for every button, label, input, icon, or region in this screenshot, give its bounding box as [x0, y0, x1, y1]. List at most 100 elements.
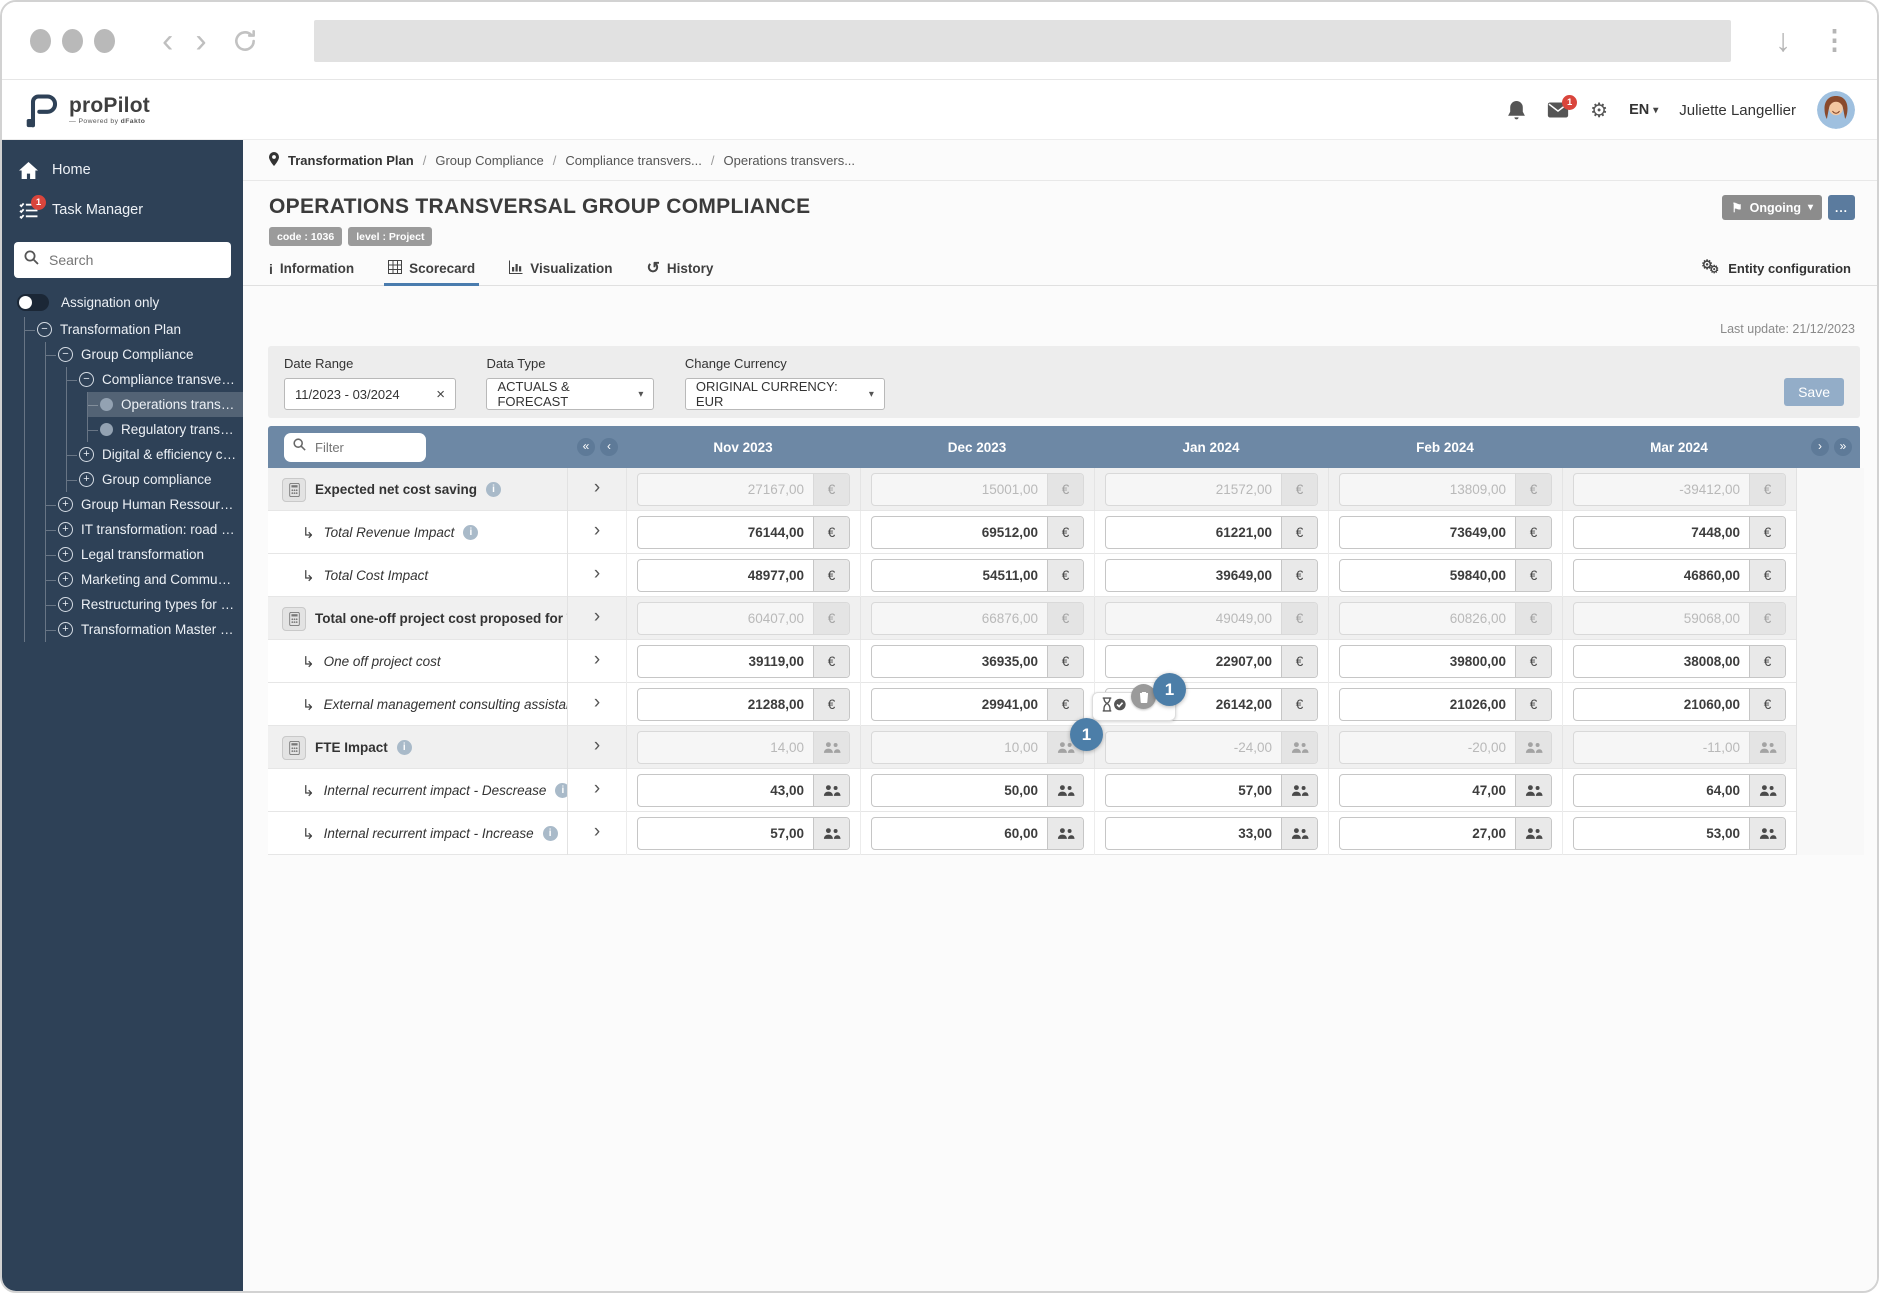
messages-icon[interactable]: 1	[1547, 95, 1578, 118]
collapse-icon[interactable]: −	[37, 322, 52, 337]
row-expand-button[interactable]: ›	[568, 726, 626, 769]
cell-value-input[interactable]: 57,00	[638, 818, 813, 849]
browser-back-icon[interactable]: ‹	[162, 11, 173, 71]
info-icon[interactable]: i	[486, 482, 502, 497]
cell-value-input[interactable]: 76144,00	[638, 517, 813, 548]
cell-value-input[interactable]: 64,00	[1574, 775, 1749, 806]
tab-history[interactable]: ↺ History	[646, 252, 713, 285]
cell-value-input[interactable]: 53,00	[1574, 818, 1749, 849]
cell-value-input[interactable]: 59840,00	[1340, 560, 1515, 591]
row-expand-button[interactable]: ›	[568, 683, 626, 726]
tree-item[interactable]: + Transformation Master Plan -...	[46, 617, 243, 642]
table-filter-box[interactable]	[284, 432, 426, 462]
tree-item[interactable]: + IT transformation: road to 20...	[46, 517, 243, 542]
expand-icon[interactable]: +	[58, 597, 73, 612]
cell-value-input[interactable]: 22907,00	[1106, 646, 1281, 677]
data-type-select[interactable]: ACTUALS & FORECAST ▾	[486, 378, 655, 410]
tab-information[interactable]: i Information	[269, 252, 354, 285]
tree-item[interactable]: + Legal transformation	[46, 542, 243, 567]
row-expand-button[interactable]: ›	[568, 597, 626, 640]
clear-icon[interactable]: ×	[436, 386, 445, 403]
table-filter-input[interactable]	[313, 438, 403, 456]
settings-gear-icon[interactable]: ⚙	[1590, 98, 1608, 123]
cell-value-input[interactable]: 21288,00	[638, 689, 813, 720]
expand-icon[interactable]: +	[58, 522, 73, 537]
expand-icon[interactable]: +	[58, 547, 73, 562]
address-bar[interactable]	[313, 19, 1731, 62]
tab-scorecard[interactable]: Scorecard	[384, 252, 480, 286]
cell-value-input[interactable]: 46860,00	[1574, 560, 1749, 591]
sidebar-search[interactable]	[14, 242, 232, 278]
info-icon[interactable]: i	[396, 740, 412, 755]
cell-value-input[interactable]: 48977,00	[638, 560, 813, 591]
cell-value-input[interactable]: 39800,00	[1340, 646, 1515, 677]
breadcrumb-item[interactable]: Transformation Plan	[288, 153, 414, 168]
tree-item[interactable]: Regulatory transversal ...	[88, 417, 243, 442]
language-selector[interactable]: EN ▾	[1629, 102, 1658, 118]
cell-value-input[interactable]: 69512,00	[872, 517, 1047, 548]
window-control-dot[interactable]	[62, 28, 83, 53]
row-expand-button[interactable]: ›	[568, 769, 626, 812]
cell-value-input[interactable]: 73649,00	[1340, 517, 1515, 548]
sidebar-item-task-manager[interactable]: 1 Task Manager	[2, 190, 243, 230]
app-logo[interactable]: proPilot — Powered by dFakto	[24, 89, 150, 131]
browser-forward-icon[interactable]: ›	[195, 11, 206, 71]
currency-select[interactable]: ORIGINAL CURRENCY: EUR ▾	[684, 378, 885, 410]
info-icon[interactable]: i	[542, 826, 558, 841]
tree-item[interactable]: − Transformation Plan	[25, 317, 243, 342]
status-button[interactable]: ⚑ Ongoing ▾	[1722, 195, 1822, 220]
tree-item[interactable]: + Group Human Ressources	[46, 492, 243, 517]
row-expand-button[interactable]: ›	[568, 640, 626, 683]
info-icon[interactable]: i	[555, 783, 567, 798]
cell-value-input[interactable]: 33,00	[1106, 818, 1281, 849]
columns-first-button[interactable]: «	[577, 438, 595, 456]
breadcrumb-item[interactable]: Compliance transvers...	[565, 153, 702, 168]
cell-value-input[interactable]: 21026,00	[1340, 689, 1515, 720]
user-avatar[interactable]	[1817, 91, 1855, 129]
tree-item[interactable]: + Restructuring types for firms	[46, 592, 243, 617]
sidebar-item-home[interactable]: Home	[2, 150, 243, 190]
columns-next-button[interactable]: ›	[1811, 438, 1829, 456]
cell-value-input[interactable]: 54511,00	[872, 560, 1047, 591]
cell-value-input[interactable]: 60,00	[872, 818, 1047, 849]
collapse-icon[interactable]: −	[58, 347, 73, 362]
cell-value-input[interactable]: 38008,00	[1574, 646, 1749, 677]
columns-prev-button[interactable]: ‹	[600, 438, 618, 456]
expand-icon[interactable]: +	[79, 447, 94, 462]
assignation-toggle[interactable]	[17, 294, 49, 311]
columns-last-button[interactable]: »	[1834, 438, 1852, 456]
info-icon[interactable]: i	[463, 525, 479, 540]
window-control-dot[interactable]	[30, 28, 51, 53]
expand-icon[interactable]: +	[79, 472, 94, 487]
cell-value-input[interactable]: 36935,00	[872, 646, 1047, 677]
cell-value-input[interactable]: 50,00	[872, 775, 1047, 806]
notifications-bell-icon[interactable]	[1507, 100, 1526, 121]
cell-value-input[interactable]: 43,00	[638, 775, 813, 806]
cell-value-input[interactable]: 39649,00	[1106, 560, 1281, 591]
tree-item[interactable]: − Group Compliance	[46, 342, 243, 367]
download-icon[interactable]: ↓	[1775, 22, 1791, 59]
cell-value-input[interactable]: 57,00	[1106, 775, 1281, 806]
more-actions-button[interactable]: ...	[1828, 195, 1855, 220]
cell-value-input[interactable]: 47,00	[1340, 775, 1515, 806]
tree-item[interactable]: −Compliance transversal pr...	[67, 367, 243, 392]
search-input[interactable]	[47, 251, 232, 269]
browser-refresh-icon[interactable]	[232, 28, 258, 54]
save-button[interactable]: Save	[1784, 378, 1844, 406]
cell-value-input[interactable]: 21060,00	[1574, 689, 1749, 720]
entity-configuration-button[interactable]: ⚙ ⚙ Entity configuration	[1701, 257, 1851, 278]
browser-menu-icon[interactable]: ⋮	[1821, 25, 1849, 56]
expand-icon[interactable]: +	[58, 622, 73, 637]
tree-item[interactable]: + Digital & efficiency compli...	[67, 442, 243, 467]
cell-value-input[interactable]: 39119,00	[638, 646, 813, 677]
window-control-dot[interactable]	[94, 28, 115, 53]
tab-visualization[interactable]: Visualization	[509, 252, 612, 285]
tree-item[interactable]: + Group compliance	[67, 467, 243, 492]
row-expand-button[interactable]: ›	[568, 812, 626, 855]
tree-item[interactable]: Operations transversal ...	[88, 392, 243, 417]
collapse-icon[interactable]: −	[79, 372, 94, 387]
row-expand-button[interactable]: ›	[568, 511, 626, 554]
cell-value-input[interactable]: 27,00	[1340, 818, 1515, 849]
cell-value-input[interactable]: 29941,00	[872, 689, 1047, 720]
tree-item[interactable]: + Marketing and Communicati...	[46, 567, 243, 592]
